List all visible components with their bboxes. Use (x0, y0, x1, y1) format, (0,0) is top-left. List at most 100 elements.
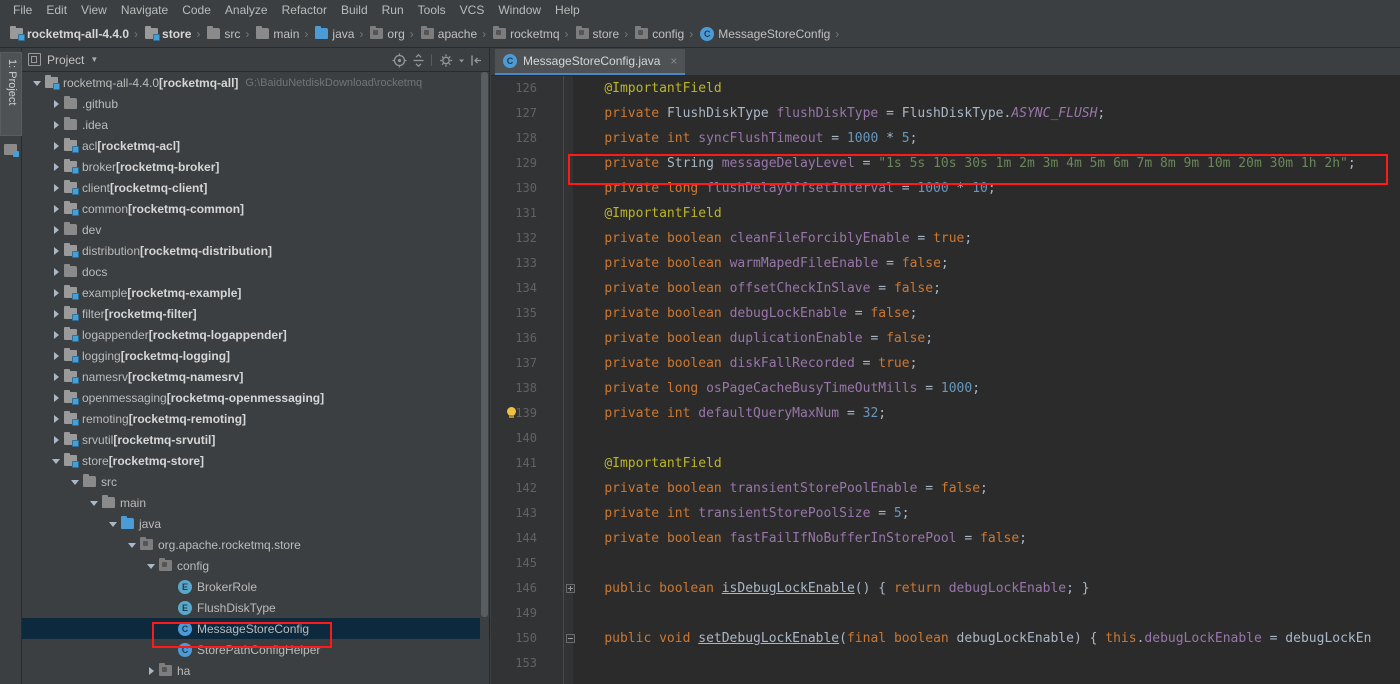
code-line[interactable]: private int defaultQueryMaxNum = 32; (573, 401, 886, 426)
breadcrumb-item-config[interactable]: config (631, 24, 686, 44)
tree-item[interactable]: remoting [rocketmq-remoting] (22, 408, 490, 429)
tree-item[interactable]: org.apache.rocketmq.store (22, 534, 490, 555)
tree-item[interactable]: .github (22, 93, 490, 114)
chevron-down-icon[interactable] (51, 455, 62, 466)
chevron-right-icon[interactable] (51, 119, 62, 130)
tree-item[interactable]: main (22, 492, 490, 513)
breadcrumb-item-org[interactable]: org (366, 24, 406, 44)
menu-tools[interactable]: Tools (411, 1, 453, 19)
breadcrumb-item-messagestoreconfig[interactable]: C MessageStoreConfig (696, 24, 832, 44)
code-line[interactable]: private boolean duplicationEnable = fals… (573, 326, 933, 351)
code-line[interactable]: private String messageDelayLevel = "1s 5… (573, 151, 1355, 176)
chevron-down-icon[interactable] (32, 77, 43, 88)
chevron-right-icon[interactable] (51, 329, 62, 340)
intention-bulb-icon[interactable] (505, 407, 518, 420)
code-line[interactable]: private int transientStorePoolSize = 5; (573, 501, 909, 526)
tree-item[interactable]: java (22, 513, 490, 534)
code-line[interactable]: public void setDebugLockEnable(final boo… (573, 626, 1371, 651)
code-line[interactable]: private long osPageCacheBusyTimeOutMills… (573, 376, 980, 401)
project-tree-scrollbar-thumb[interactable] (481, 72, 488, 617)
code-line[interactable]: private boolean offsetCheckInSlave = fal… (573, 276, 941, 301)
code-line[interactable]: private boolean diskFallRecorded = true; (573, 351, 917, 376)
code-line[interactable]: public boolean isDebugLockEnable() { ret… (573, 576, 1089, 601)
tree-item[interactable]: example [rocketmq-example] (22, 282, 490, 303)
tree-item[interactable]: namesrv [rocketmq-namesrv] (22, 366, 490, 387)
chevron-down-icon[interactable] (70, 476, 81, 487)
project-tree-scrollbar[interactable] (480, 72, 489, 684)
tree-item[interactable]: filter [rocketmq-filter] (22, 303, 490, 324)
chevron-down-icon[interactable] (89, 497, 100, 508)
code-line[interactable]: private boolean transientStorePoolEnable… (573, 476, 988, 501)
menu-navigate[interactable]: Navigate (114, 1, 175, 19)
chevron-right-icon[interactable] (51, 182, 62, 193)
menu-refactor[interactable]: Refactor (275, 1, 334, 19)
editor-tab-messagestoreconfig[interactable]: C MessageStoreConfig.java × (495, 49, 686, 75)
chevron-down-icon[interactable] (146, 560, 157, 571)
tree-item[interactable]: distribution [rocketmq-distribution] (22, 240, 490, 261)
code-line[interactable]: @ImportantField (573, 201, 721, 226)
code-line[interactable]: private long flushDelayOffsetInterval = … (573, 176, 995, 201)
tree-item[interactable]: E FlushDiskType (22, 597, 490, 618)
project-tool-window-tab[interactable]: 1: Project (0, 52, 22, 136)
menu-file[interactable]: File (6, 1, 39, 19)
chevron-right-icon[interactable] (51, 98, 62, 109)
breadcrumb-item-java[interactable]: java (311, 24, 356, 44)
code-content[interactable]: @ImportantField private FlushDiskType fl… (573, 76, 1400, 684)
editor-gutter[interactable]: 126 127 128 129 130 131 132 133 134 135 136 137 138 1… (491, 76, 575, 684)
tree-item[interactable]: src (22, 471, 490, 492)
code-line[interactable]: private boolean cleanFileForciblyEnable … (573, 226, 972, 251)
locate-icon[interactable] (391, 52, 408, 69)
menu-run[interactable]: Run (375, 1, 411, 19)
tree-item[interactable]: common [rocketmq-common] (22, 198, 490, 219)
chevron-right-icon[interactable] (51, 371, 62, 382)
code-line[interactable]: @ImportantField (573, 451, 721, 476)
chevron-right-icon[interactable] (51, 287, 62, 298)
code-line[interactable]: private boolean warmMapedFileEnable = fa… (573, 251, 948, 276)
tree-item[interactable]: broker [rocketmq-broker] (22, 156, 490, 177)
menu-build[interactable]: Build (334, 1, 375, 19)
menu-vcs[interactable]: VCS (453, 1, 492, 19)
menu-help[interactable]: Help (548, 1, 587, 19)
chevron-right-icon[interactable] (51, 350, 62, 361)
chevron-right-icon[interactable] (51, 140, 62, 151)
menu-view[interactable]: View (74, 1, 114, 19)
menu-analyze[interactable]: Analyze (218, 1, 275, 19)
chevron-right-icon[interactable] (51, 245, 62, 256)
breadcrumb-item-main[interactable]: main (252, 24, 301, 44)
menu-window[interactable]: Window (491, 1, 548, 19)
menu-code[interactable]: Code (175, 1, 218, 19)
breadcrumb-item-rocketmq-all-4-4-0[interactable]: rocketmq-all-4.4.0 (6, 24, 131, 44)
close-icon[interactable]: × (670, 55, 677, 67)
chevron-right-icon[interactable] (51, 308, 62, 319)
code-line[interactable]: @ImportantField (573, 76, 721, 101)
chevron-right-icon[interactable] (51, 224, 62, 235)
breadcrumb-item-apache[interactable]: apache (417, 24, 479, 44)
code-line[interactable]: private int syncFlushTimeout = 1000 * 5; (573, 126, 917, 151)
code-line[interactable]: private boolean debugLockEnable = false; (573, 301, 917, 326)
chevron-down-icon[interactable] (108, 518, 119, 529)
tree-item[interactable]: C StorePathConfigHelper (22, 639, 490, 660)
hide-panel-icon[interactable] (468, 52, 485, 69)
tree-item[interactable]: E BrokerRole (22, 576, 490, 597)
code-editor[interactable]: 126 127 128 129 130 131 132 133 134 135 136 137 138 1… (491, 76, 1400, 684)
menu-edit[interactable]: Edit (39, 1, 74, 19)
code-line[interactable]: private FlushDiskType flushDiskType = Fl… (573, 101, 1105, 126)
chevron-right-icon[interactable] (146, 665, 157, 676)
chevron-right-icon[interactable] (51, 203, 62, 214)
breadcrumb-item-src[interactable]: src (203, 24, 242, 44)
tree-item[interactable]: client [rocketmq-client] (22, 177, 490, 198)
chevron-down-icon[interactable]: ▼ (90, 55, 98, 64)
tree-item[interactable]: rocketmq-all-4.4.0 [rocketmq-all] G:\Baid… (22, 72, 490, 93)
breadcrumb-item-rocketmq[interactable]: rocketmq (489, 24, 561, 44)
code-line[interactable]: private boolean fastFailIfNoBufferInStor… (573, 526, 1027, 551)
breadcrumb-item-store[interactable]: store (572, 24, 622, 44)
settings-gear-icon[interactable] (438, 52, 455, 69)
tree-item[interactable]: config (22, 555, 490, 576)
tree-item[interactable]: ha (22, 660, 490, 681)
tree-item[interactable]: logging [rocketmq-logging] (22, 345, 490, 366)
tree-item[interactable]: .idea (22, 114, 490, 135)
tree-item[interactable]: openmessaging [rocketmq-openmessaging] (22, 387, 490, 408)
chevron-right-icon[interactable] (51, 392, 62, 403)
tree-item[interactable]: docs (22, 261, 490, 282)
tree-item[interactable]: acl [rocketmq-acl] (22, 135, 490, 156)
